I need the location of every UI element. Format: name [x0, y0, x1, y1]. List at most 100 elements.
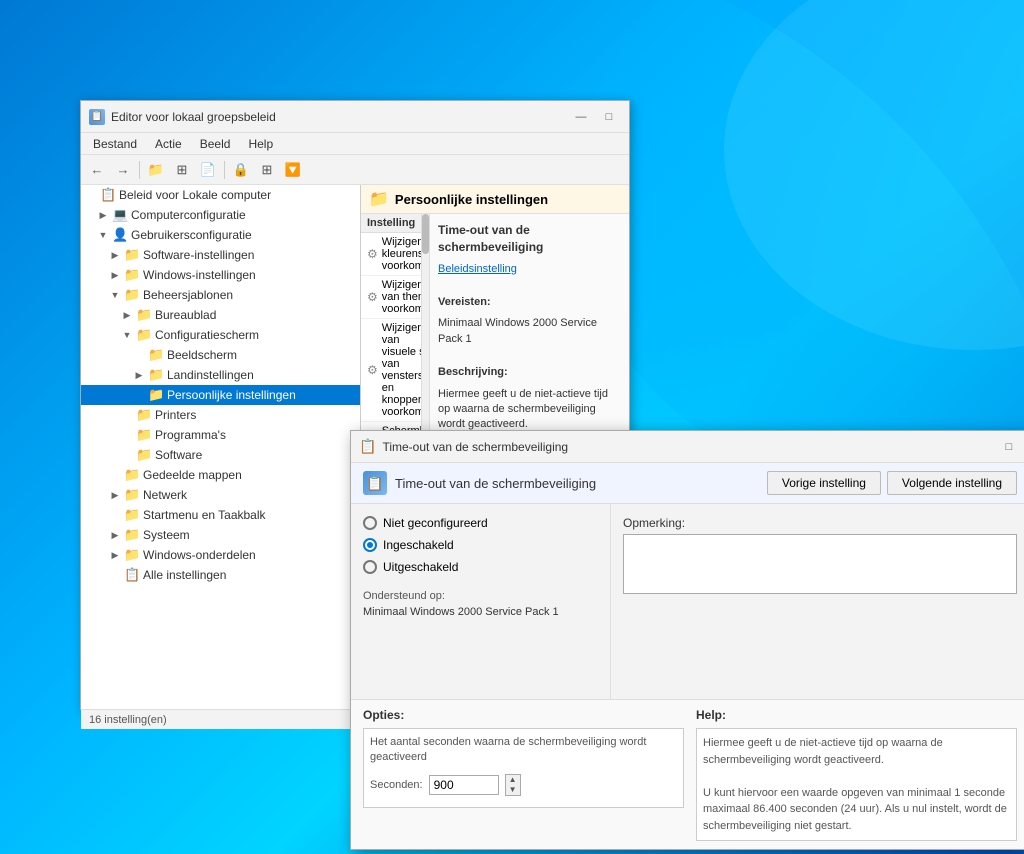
- policy-titlebar-controls: □: [997, 437, 1021, 457]
- policy-body: Niet geconfigureerd Ingeschakeld Uitgesc…: [351, 504, 1024, 699]
- policy-maximize-button[interactable]: □: [997, 437, 1021, 457]
- tree-item-comp-config[interactable]: ▶ 💻 Computerconfiguratie: [81, 205, 360, 225]
- help-text2: U kunt hiervoor een waarde opgeven van m…: [703, 785, 1010, 835]
- spin-up-button[interactable]: ▲: [506, 775, 520, 785]
- policy-dialog-icon: 📋: [359, 438, 376, 455]
- minimize-button[interactable]: —: [569, 107, 593, 127]
- help-title: Help:: [696, 708, 1017, 722]
- back-button[interactable]: ←: [85, 159, 109, 181]
- radio-label-niet: Niet geconfigureerd: [383, 516, 488, 530]
- tree-item-config-scherm[interactable]: ▼ 📁 Configuratiescherm: [81, 325, 360, 345]
- lock-button[interactable]: 🔒: [229, 159, 253, 181]
- settings-row-1[interactable]: ⚙ Wijzigen van kleurenschema voorkomen N: [361, 233, 421, 276]
- scrollbar-thumb: [422, 214, 429, 254]
- tree-item-netwerk[interactable]: ▶ 📁 Netwerk: [81, 485, 360, 505]
- expand-start: [109, 509, 121, 521]
- previous-setting-button[interactable]: Vorige instelling: [767, 471, 881, 495]
- tree-item-printers[interactable]: 📁 Printers: [81, 405, 360, 425]
- toolbar: ← → 📁 ⊞ 📄 🔒 ⊞ 🔽: [81, 155, 629, 185]
- policy-header: 📋 Time-out van de schermbeveiliging Vori…: [351, 463, 1024, 504]
- tree-item-landinst[interactable]: ▶ 📁 Landinstellingen: [81, 365, 360, 385]
- titlebar-controls: — □: [569, 107, 621, 127]
- policy-right-panel: Opmerking:: [611, 504, 1024, 699]
- policy-header-title: Time-out van de schermbeveiliging: [395, 476, 596, 491]
- beleid-link[interactable]: Beleidsinstelling: [438, 263, 517, 275]
- policy-bottom: Opties: Het aantal seconden waarna de sc…: [351, 699, 1024, 849]
- next-setting-button[interactable]: Volgende instelling: [887, 471, 1017, 495]
- expand-root: [85, 189, 97, 201]
- expand-printers: [121, 409, 133, 421]
- menu-bestand[interactable]: Bestand: [85, 135, 145, 153]
- menu-actie[interactable]: Actie: [147, 135, 190, 153]
- ondersteund-label: Ondersteund op:: [363, 590, 598, 602]
- grid2-button[interactable]: ⊞: [255, 159, 279, 181]
- tree-item-software[interactable]: ▶ 📁 Software-instellingen: [81, 245, 360, 265]
- radio-uitgeschakeld[interactable]: Uitgeschakeld: [363, 560, 598, 574]
- settings-row-3[interactable]: ⚙ Wijzigen van visuele stijl van venster…: [361, 319, 421, 422]
- required-value: Minimaal Windows 2000 Service Pack 1: [438, 316, 621, 347]
- tree-item-user-config[interactable]: ▼ 👤 Gebruikersconfiguratie: [81, 225, 360, 245]
- header-folder-icon: 📁: [369, 189, 389, 209]
- menu-help[interactable]: Help: [240, 135, 281, 153]
- help-text: Hiermee geeft u de niet-actieve tijd op …: [703, 735, 1010, 768]
- expand-prog: [121, 429, 133, 441]
- tree-item-root[interactable]: 📋 Beleid voor Lokale computer: [81, 185, 360, 205]
- tree-item-persoonlijk[interactable]: 📁 Persoonlijke instellingen: [81, 385, 360, 405]
- radio-circle-uit: [363, 560, 377, 574]
- tree-item-programmas[interactable]: 📁 Programma's: [81, 425, 360, 445]
- policy-content: 📋 Time-out van de schermbeveiliging Vori…: [351, 463, 1024, 849]
- tree-item-alle[interactable]: 📋 Alle instellingen: [81, 565, 360, 585]
- options-section: Opties: Het aantal seconden waarna de sc…: [363, 708, 684, 841]
- tree-item-systeem[interactable]: ▶ 📁 Systeem: [81, 525, 360, 545]
- tree-item-bureaublad[interactable]: ▶ 📁 Bureaublad: [81, 305, 360, 325]
- titlebar-left: 📋 Editor voor lokaal groepsbeleid: [89, 109, 276, 125]
- tree-item-beeldscherm[interactable]: 📁 Beeldscherm: [81, 345, 360, 365]
- setting-label-2: Wijzigen van thema voorkomen: [382, 279, 421, 315]
- settings-row-2[interactable]: ⚙ Wijzigen van thema voorkomen N: [361, 276, 421, 319]
- opmerking-textarea[interactable]: [623, 534, 1017, 594]
- tree-item-windows[interactable]: ▶ 📁 Windows-instellingen: [81, 265, 360, 285]
- policy-bottom-row: Opties: Het aantal seconden waarna de sc…: [363, 708, 1017, 841]
- radio-circle-niet: [363, 516, 377, 530]
- setting-icon-1: ⚙: [367, 247, 378, 261]
- seconds-input[interactable]: [429, 775, 499, 795]
- maximize-button[interactable]: □: [597, 107, 621, 127]
- setting-label-1: Wijzigen van kleurenschema voorkomen: [382, 236, 421, 272]
- spin-buttons: ▲ ▼: [505, 774, 521, 796]
- right-panel-header: 📁 Persoonlijke instellingen: [361, 185, 629, 214]
- editor-window-title: Editor voor lokaal groepsbeleid: [111, 110, 276, 124]
- col-instelling: Instelling: [367, 217, 415, 229]
- tree-item-beheer[interactable]: ▼ 📁 Beheersjablonen: [81, 285, 360, 305]
- expand-win: ▶: [109, 269, 121, 281]
- tree-item-win-ond[interactable]: ▶ 📁 Windows-onderdelen: [81, 545, 360, 565]
- expand-net: ▶: [109, 489, 121, 501]
- grid-button[interactable]: ⊞: [170, 159, 194, 181]
- radio-niet-geconfigureerd[interactable]: Niet geconfigureerd: [363, 516, 598, 530]
- expand-ged: [109, 469, 121, 481]
- radio-circle-in: [363, 538, 377, 552]
- tree-item-software2[interactable]: 📁 Software: [81, 445, 360, 465]
- policy-dialog-title: Time-out van de schermbeveiliging: [382, 440, 568, 454]
- radio-ingeschakeld[interactable]: Ingeschakeld: [363, 538, 598, 552]
- expand-user: ▼: [97, 229, 109, 241]
- editor-titlebar: 📋 Editor voor lokaal groepsbeleid — □: [81, 101, 629, 133]
- menu-beeld[interactable]: Beeld: [192, 135, 239, 153]
- expand-sys: ▶: [109, 529, 121, 541]
- help-box: Hiermee geeft u de niet-actieve tijd op …: [696, 728, 1017, 841]
- desc-value: Hiermee geeft u de niet-actieve tijd op …: [438, 387, 621, 433]
- spin-down-button[interactable]: ▼: [506, 785, 520, 795]
- right-panel-title: Persoonlijke instellingen: [395, 192, 548, 207]
- tree-item-gedeeld[interactable]: 📁 Gedeelde mappen: [81, 465, 360, 485]
- expand-soft2: [121, 449, 133, 461]
- forward-button[interactable]: →: [111, 159, 135, 181]
- menubar: Bestand Actie Beeld Help: [81, 133, 629, 155]
- options-title: Opties:: [363, 708, 684, 722]
- toolbar-separator-2: [224, 161, 225, 179]
- filter-button[interactable]: 🔽: [281, 159, 305, 181]
- folder-button[interactable]: 📁: [144, 159, 168, 181]
- help-section: Help: Hiermee geeft u de niet-actieve ti…: [696, 708, 1017, 841]
- doc-button[interactable]: 📄: [196, 159, 220, 181]
- tree-item-startmenu[interactable]: 📁 Startmenu en Taakbalk: [81, 505, 360, 525]
- radio-label-in: Ingeschakeld: [383, 538, 454, 552]
- setting-icon-2: ⚙: [367, 290, 378, 304]
